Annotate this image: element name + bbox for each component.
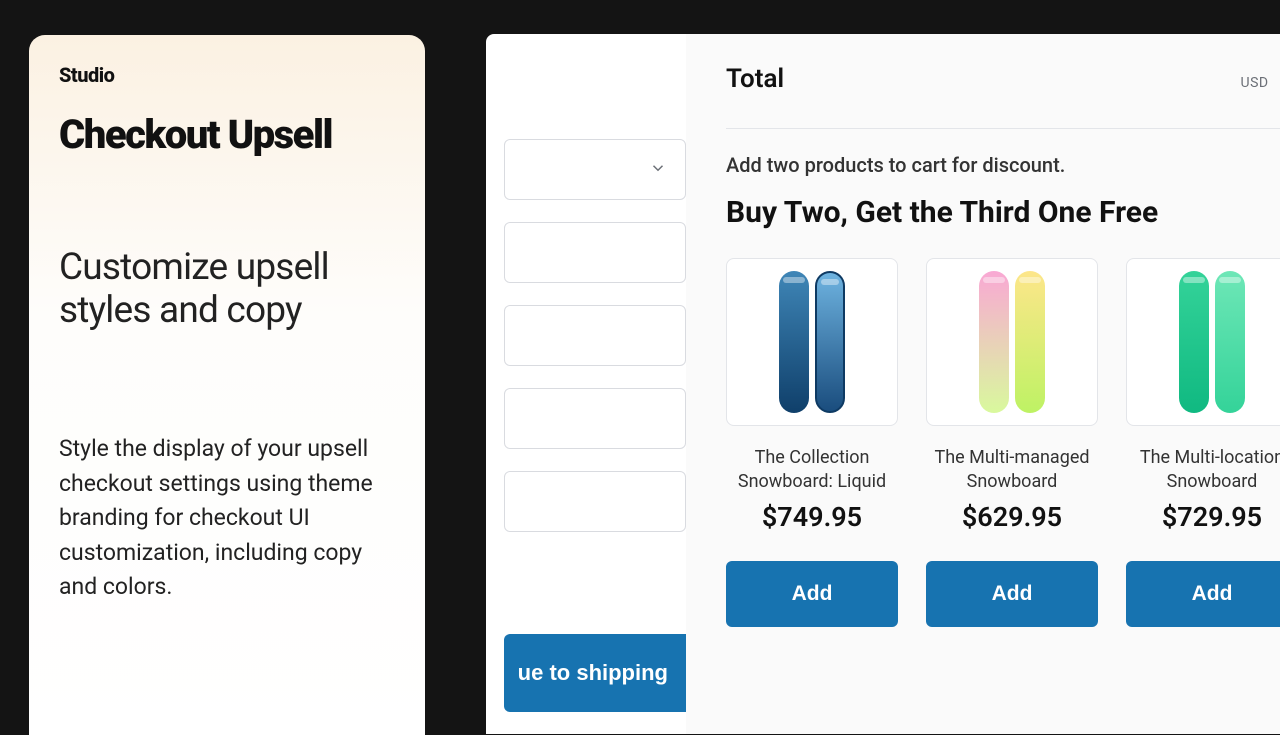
snowboard-icon xyxy=(779,271,809,413)
chevron-down-icon xyxy=(649,159,667,181)
select-field[interactable] xyxy=(504,139,686,200)
text-field[interactable] xyxy=(504,471,686,532)
product-name: The Multi-location Snowboard xyxy=(1126,446,1280,495)
product-image xyxy=(926,258,1098,426)
total-row: Total USD $885.9 xyxy=(726,56,1280,96)
upsell-heading: Buy Two, Get the Third One Free xyxy=(726,195,1280,230)
upsell-product-card: The Collection Snowboard: Liquid $749.95… xyxy=(726,258,898,627)
info-panel: Studio Checkout Upsell Customize upsell … xyxy=(29,35,425,735)
snowboard-icon xyxy=(815,271,845,413)
panel-description: Style the display of your upsell checkou… xyxy=(59,432,395,605)
text-field[interactable] xyxy=(504,305,686,366)
text-field[interactable] xyxy=(504,388,686,449)
checkout-form-column: ue to shipping xyxy=(486,34,686,734)
product-name: The Multi-managed Snowboard xyxy=(926,446,1098,495)
promo-note: Add two products to cart for discount. xyxy=(726,153,1280,177)
panel-subtitle: Customize upsell styles and copy xyxy=(59,247,395,332)
panel-title: Checkout Upsell xyxy=(59,113,395,157)
snowboard-icon xyxy=(1215,271,1245,413)
brand-label: Studio xyxy=(59,63,395,87)
add-button[interactable]: Add xyxy=(1126,561,1280,627)
product-price: $749.95 xyxy=(726,501,898,533)
product-price: $729.95 xyxy=(1126,501,1280,533)
total-label: Total xyxy=(726,64,784,94)
snowboard-icon xyxy=(979,271,1009,413)
product-image xyxy=(726,258,898,426)
add-button[interactable]: Add xyxy=(726,561,898,627)
add-button[interactable]: Add xyxy=(926,561,1098,627)
upsell-product-list: The Collection Snowboard: Liquid $749.95… xyxy=(726,258,1280,627)
upsell-product-card: The Multi-managed Snowboard $629.95 Add xyxy=(926,258,1098,627)
product-image xyxy=(1126,258,1280,426)
continue-to-shipping-button[interactable]: ue to shipping xyxy=(504,634,704,712)
upsell-product-card: The Multi-location Snowboard $729.95 Add xyxy=(1126,258,1280,627)
snowboard-icon xyxy=(1015,271,1045,413)
product-price: $629.95 xyxy=(926,501,1098,533)
currency-code: USD xyxy=(1241,75,1269,91)
text-field[interactable] xyxy=(504,222,686,283)
snowboard-icon xyxy=(1179,271,1209,413)
product-name: The Collection Snowboard: Liquid xyxy=(726,446,898,495)
order-summary: Total USD $885.9 Add two products to car… xyxy=(686,34,1280,734)
checkout-preview: ue to shipping Total USD $885.9 Add two … xyxy=(486,34,1280,734)
divider xyxy=(726,128,1280,129)
